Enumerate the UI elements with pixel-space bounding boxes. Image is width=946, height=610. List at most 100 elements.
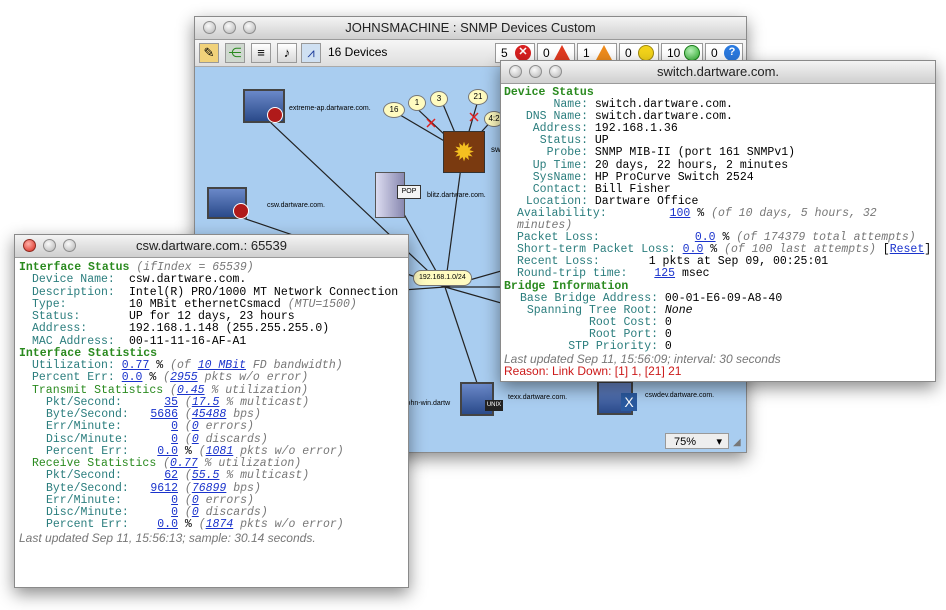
utilization-link[interactable]: 0.77 — [122, 359, 150, 372]
rtt-row: Round-trip time: 125 msec — [504, 268, 935, 280]
transmit-util-note: % utilization) — [211, 383, 309, 397]
field-value: 192.168.1.36 — [594, 122, 678, 136]
stat-note: (45488 bps) — [184, 408, 261, 421]
stat-note: (76899 bps) — [184, 481, 261, 495]
zoom-button[interactable] — [549, 65, 562, 78]
probe-tool-button[interactable]: ♪ — [277, 43, 297, 63]
stat-value-link[interactable]: 0 — [142, 420, 178, 433]
reset-link[interactable]: Reset — [890, 243, 925, 256]
stat-note-link[interactable]: 1874 — [206, 518, 234, 531]
interface-field-row: MAC Address: 00-11-11-16-AF-A1 — [19, 334, 408, 348]
field-value: switch.dartware.com. — [594, 98, 733, 112]
stat-note-text: discards) — [205, 432, 268, 446]
availability-row: Availability: 100 % (of 10 days, 5 hours… — [517, 206, 877, 233]
device-fields: Name: switch.dartware.com. DNS Name: swit… — [504, 98, 935, 208]
stat-note-link[interactable]: 0 — [192, 494, 199, 507]
interface-status-window: csw.dartware.com.: 65539 Interface Statu… — [14, 234, 409, 588]
receive-util-link[interactable]: 0.77 — [170, 457, 198, 470]
minimize-button[interactable] — [223, 21, 236, 34]
stat-note-link[interactable]: 1081 — [206, 445, 234, 458]
percent-err-link[interactable]: 0.0 — [122, 371, 143, 384]
stat-note-link[interactable]: 45488 — [192, 408, 227, 421]
minimize-button[interactable] — [43, 239, 56, 252]
list-view-button[interactable]: ≡ — [251, 43, 271, 63]
percent-err-note: pkts w/o error) — [204, 371, 309, 385]
stat-note-link[interactable]: 0 — [192, 433, 199, 446]
status-count-label: 5 — [501, 46, 508, 60]
stat-note-link[interactable]: 0 — [192, 506, 199, 519]
stat-note-text: bps) — [233, 481, 261, 495]
field-value: Bill Fisher — [594, 182, 671, 196]
minimize-button[interactable] — [529, 65, 542, 78]
st-loss-label: Short-term Packet Loss: — [517, 243, 676, 257]
bandwidth-link[interactable]: 10 MBit — [198, 359, 246, 372]
port-bubble[interactable]: 16 — [383, 102, 405, 118]
field-value: 00-11-11-16-AF-A1 — [129, 334, 247, 348]
port-bubble[interactable]: 1 — [408, 95, 426, 111]
stat-note-text: pkts w/o error) — [240, 518, 344, 532]
field-value: 00-01-E6-09-A8-40 — [664, 291, 783, 305]
cswdev-node[interactable]: X cswdev.dartware.com. — [597, 381, 714, 415]
chart-button[interactable]: ⩘ — [301, 43, 321, 63]
field-note: (MTU=1500) — [287, 297, 357, 311]
csw-node[interactable]: csw.dartware.com. — [207, 187, 325, 219]
stat-note-link[interactable]: 55.5 — [192, 469, 220, 482]
stat-note-text: bps) — [233, 408, 261, 421]
stat-value-link[interactable]: 0 — [142, 433, 178, 446]
csw-content: Interface Status (ifIndex = 65539) Devic… — [19, 261, 408, 543]
receive-util-note: % utilization) — [204, 457, 302, 470]
interface-heading: Interface Status — [19, 261, 130, 274]
zoom-button[interactable] — [243, 21, 256, 34]
bridge-field-row: Root Cost: 0 — [504, 316, 935, 329]
resize-grip-icon[interactable]: ◢ — [733, 437, 741, 448]
transmit-util-link[interactable]: 0.45 — [177, 384, 205, 397]
link-tool-button[interactable]: ⋲ — [225, 43, 245, 63]
switch-titlebar[interactable]: switch.dartware.com. — [501, 61, 935, 84]
john-win-node[interactable]: john-win.dartw UNIX texx.dartware.com. — [405, 382, 567, 416]
close-button[interactable] — [23, 239, 36, 252]
switch-node[interactable]: ✹ sw — [443, 131, 501, 173]
apple-badge-icon — [233, 203, 249, 219]
extreme-ap-node[interactable]: extreme-ap.dartware.com. — [243, 89, 371, 123]
port-bubble[interactable]: 21 — [468, 89, 488, 105]
stat-value-link[interactable]: 62 — [142, 469, 178, 482]
rtt-link[interactable]: 125 — [654, 267, 675, 280]
node-label: john-win.dartw — [405, 400, 451, 407]
packet-loss-link[interactable]: 0.0 — [695, 231, 716, 244]
packet-loss-note: (of 174379 total attempts) — [736, 231, 916, 245]
stat-note-link[interactable]: 0 — [192, 420, 199, 433]
close-button[interactable] — [203, 21, 216, 34]
zoom-button[interactable] — [63, 239, 76, 252]
receive-stats: Pkt/Second: 62 (55.5 % multicast) Byte/Sec… — [19, 469, 408, 532]
zoom-select[interactable]: 75% ▾ — [665, 433, 729, 449]
field-label: Probe: — [546, 146, 588, 160]
node-label: csw.dartware.com. — [267, 202, 325, 209]
warning-red-icon — [554, 45, 570, 60]
stat-note-link[interactable]: 17.5 — [192, 396, 220, 409]
main-titlebar[interactable]: JOHNSMACHINE : SNMP Devices Custom — [195, 17, 746, 40]
chart-icon: ⩘ — [307, 45, 315, 60]
percent-err-note-link[interactable]: 2955 — [170, 371, 198, 384]
csw-titlebar[interactable]: csw.dartware.com.: 65539 — [15, 235, 408, 258]
apple-badge-icon — [267, 107, 283, 123]
blitz-node[interactable]: POP blitz.dartware.com. — [375, 172, 486, 218]
stat-note-text: errors) — [205, 420, 254, 434]
close-button[interactable] — [509, 65, 522, 78]
stat-value-link[interactable]: 9612 — [142, 482, 178, 495]
status-count-label: 0 — [543, 46, 550, 60]
bridge-field-row: Base Bridge Address: 00-01-E6-09-A8-40 — [504, 291, 935, 305]
port-bubble[interactable]: 3 — [430, 91, 448, 107]
network-bubble[interactable]: 192.168.1.0/24 — [413, 270, 472, 286]
stat-note-link[interactable]: 76899 — [192, 482, 227, 495]
field-value: 0 — [664, 327, 672, 341]
availability-link[interactable]: 100 — [670, 207, 691, 220]
stat-label: Err/Minute: — [46, 420, 122, 434]
stat-label: Percent Err: — [46, 518, 129, 532]
stat-value-link[interactable]: 0.0 — [142, 518, 178, 531]
st-loss-link[interactable]: 0.0 — [683, 243, 704, 256]
node-label: extreme-ap.dartware.com. — [289, 105, 371, 112]
field-value: SNMP MIB-II (port 161 SNMPv1) — [594, 146, 796, 160]
edit-pencil-button[interactable]: ✎ — [199, 43, 219, 63]
bridge-fields: Base Bridge Address: 00-01-E6-09-A8-40 Sp… — [504, 291, 935, 353]
window-title: JOHNSMACHINE : SNMP Devices Custom — [345, 20, 596, 35]
